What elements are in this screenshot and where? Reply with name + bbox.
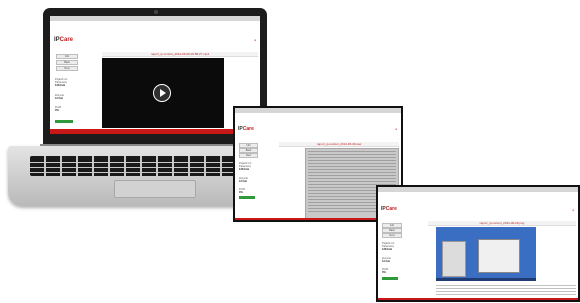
user-info: ●	[395, 127, 397, 131]
browser-toolbar	[50, 16, 260, 21]
touchpad[interactable]	[114, 180, 196, 198]
app-logo: IPCare	[381, 206, 397, 212]
app-logo: IPCare	[238, 126, 254, 132]
user-info: ●	[572, 208, 574, 212]
next-button[interactable]: Next	[382, 233, 402, 238]
sidebar-info: Pojazd roz. Parametry 1234 km Zuzycie 0.…	[239, 162, 252, 195]
status-bar	[55, 120, 73, 123]
sidebar-info: Pojazd roz. Parametry 1234 km Zuzycie 0.…	[55, 78, 68, 113]
window-panel	[442, 241, 466, 277]
camera-icon	[154, 10, 158, 14]
user-info: ●	[254, 38, 256, 42]
details-table	[436, 285, 576, 296]
app-logo: IPCare	[54, 37, 74, 43]
play-icon[interactable]	[153, 84, 171, 102]
back-button[interactable]: Back	[56, 60, 78, 65]
file-title: raport_ip-control_2014-06-09 09:58:27.mp…	[102, 52, 258, 57]
footer-bar	[50, 129, 260, 134]
footer-bar	[378, 298, 578, 300]
desktop-screenshot[interactable]	[436, 227, 536, 281]
browser-toolbar	[235, 108, 401, 113]
status-bar	[382, 277, 398, 280]
browser-toolbar	[378, 187, 578, 192]
file-title: raport_ip-control_2014-06-09.raw	[279, 142, 399, 147]
laptop-screen: IPCare ● raport_ip-control_2014-06-09 09…	[50, 16, 260, 134]
dialog-window	[478, 239, 520, 273]
file-title: raport_ip-control_2014-06-09.png	[428, 221, 576, 226]
taskbar	[436, 278, 536, 281]
info-button[interactable]: Info	[56, 54, 78, 59]
status-bar	[239, 196, 255, 199]
next-button[interactable]: Next	[239, 153, 258, 158]
sidebar-info: Pojazd roz. Parametry 1234 km Zuzycie 0.…	[382, 242, 395, 275]
next-button[interactable]: Next	[56, 66, 78, 71]
tablet-screen: IPCare ● raport_ip-control_2014-06-09.pn…	[376, 185, 580, 302]
